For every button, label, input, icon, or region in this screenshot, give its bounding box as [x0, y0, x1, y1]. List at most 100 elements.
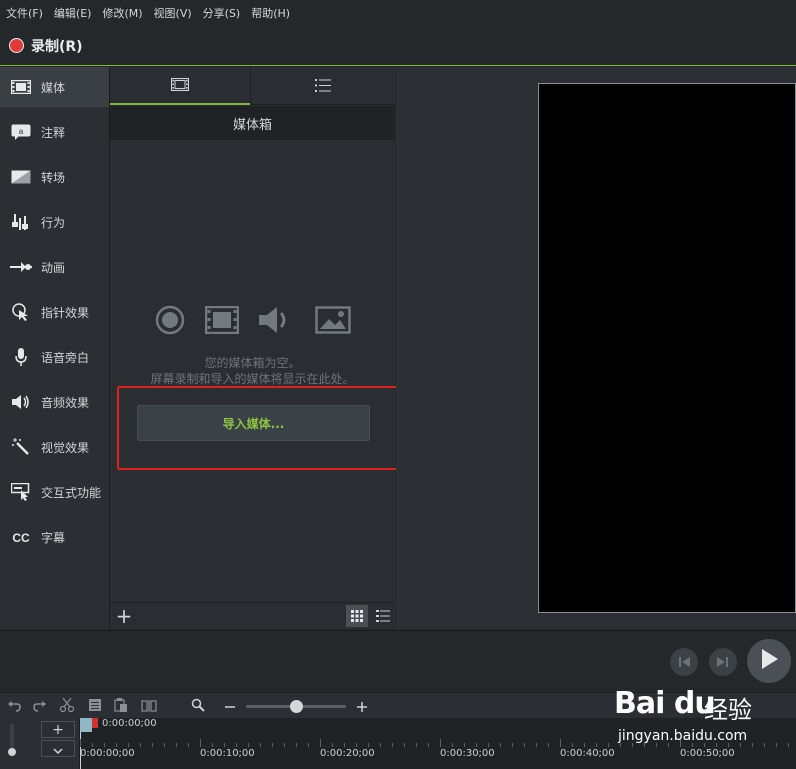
menu-modify[interactable]: 修改(M)	[102, 5, 142, 21]
next-frame-button[interactable]	[709, 648, 737, 676]
plus-icon	[357, 697, 367, 716]
ruler-tick	[608, 743, 609, 747]
split-icon	[141, 697, 157, 716]
ruler-tick	[716, 743, 717, 747]
ruler-tick	[764, 743, 765, 747]
add-track-button[interactable]: +	[41, 721, 75, 738]
ruler-tick	[128, 743, 129, 747]
tool-label: 转场	[41, 170, 66, 185]
tool-annotation[interactable]: a 注释	[0, 112, 109, 152]
empty-bin-message: 您的媒体箱为空。	[204, 356, 301, 370]
tool-visual-effects[interactable]: 视觉效果	[0, 427, 109, 467]
list-view-button[interactable]	[372, 605, 394, 627]
zoom-slider-handle[interactable]	[290, 700, 303, 713]
time-label: 0:00:00;00	[80, 748, 135, 759]
tool-media[interactable]: 媒体	[0, 67, 109, 107]
zoom-in-button[interactable]	[353, 697, 371, 715]
list-icon	[376, 607, 390, 626]
cc-icon: CC	[10, 529, 32, 545]
animation-icon	[10, 259, 32, 275]
ruler-tick	[188, 743, 189, 747]
tool-label: 交互式功能	[41, 485, 102, 500]
record-button[interactable]: 录制(R)	[31, 36, 83, 56]
step-forward-icon	[716, 653, 730, 672]
ruler-tick	[452, 743, 453, 747]
undo-icon	[7, 697, 21, 716]
ruler-tick	[296, 743, 297, 747]
time-label: 0:00:30;00	[440, 748, 495, 759]
tool-captions[interactable]: CC 字幕	[0, 517, 109, 557]
zoom-out-button[interactable]	[221, 697, 239, 715]
time-label: 0:00:10;00	[200, 748, 255, 759]
tab-media-bin[interactable]	[110, 67, 250, 105]
tool-behavior[interactable]: 行为	[0, 202, 109, 242]
tool-audio-effects[interactable]: 音频效果	[0, 382, 109, 422]
microphone-icon	[10, 348, 32, 366]
tool-voice-narration[interactable]: 语音旁白	[0, 337, 109, 377]
interactive-icon	[10, 483, 32, 501]
ruler-tick	[668, 743, 669, 747]
ruler-tick	[320, 739, 321, 747]
tool-cursor-effects[interactable]: 指针效果	[0, 292, 109, 332]
track-height-handle[interactable]	[8, 748, 16, 756]
ruler-tick	[692, 743, 693, 747]
tool-interactive[interactable]: 交互式功能	[0, 472, 109, 512]
timeline-ruler[interactable]: 0:00:00;00 0:00:00;00 0:00:10;00 0:00:20…	[80, 718, 796, 769]
paste-button[interactable]	[112, 697, 130, 715]
time-label: 0:00:40;00	[560, 748, 615, 759]
record-icon[interactable]	[9, 38, 24, 53]
time-label: 0:00:20;00	[320, 748, 375, 759]
split-button[interactable]	[140, 697, 158, 715]
menu-help[interactable]: 帮助(H)	[251, 5, 290, 21]
ruler-tick	[596, 743, 597, 747]
tool-transition[interactable]: 转场	[0, 157, 109, 197]
playhead-handle[interactable]	[80, 718, 92, 732]
video-film-icon	[204, 305, 240, 338]
media-bin-footer: +	[110, 602, 395, 629]
tool-label: 指针效果	[41, 305, 90, 320]
ruler-tick	[104, 743, 105, 747]
tool-label: 音频效果	[41, 395, 90, 410]
menu-file[interactable]: 文件(F)	[6, 5, 43, 21]
ruler-tick	[140, 743, 141, 747]
tool-label: 字幕	[41, 530, 66, 545]
tab-library[interactable]	[251, 67, 395, 105]
menu-edit[interactable]: 编辑(E)	[54, 5, 92, 21]
ruler-tick	[704, 743, 705, 747]
tool-label: 注释	[41, 125, 66, 140]
undo-button[interactable]	[5, 697, 23, 715]
ruler-tick	[80, 739, 81, 747]
tool-animation[interactable]: 动画	[0, 247, 109, 287]
previous-frame-button[interactable]	[670, 648, 698, 676]
import-media-button[interactable]: 导入媒体...	[137, 405, 370, 441]
list-icon	[315, 77, 331, 96]
ruler-tick	[380, 743, 381, 747]
time-label: 0:00:50;00	[680, 748, 735, 759]
chevron-down-icon	[53, 739, 63, 758]
cut-button[interactable]	[58, 697, 76, 715]
ruler-tick	[236, 743, 237, 747]
grid-view-button[interactable]	[346, 605, 368, 627]
ruler-tick	[476, 743, 477, 747]
app-window: 文件(F) 编辑(E) 修改(M) 视图(V) 分享(S) 帮助(H) 录制(R…	[0, 0, 796, 769]
plus-icon: +	[52, 721, 64, 738]
ruler-tick	[752, 743, 753, 747]
ruler-tick	[440, 739, 441, 747]
menu-view[interactable]: 视图(V)	[154, 5, 192, 21]
magic-wand-icon	[10, 438, 32, 455]
menu-share[interactable]: 分享(S)	[203, 5, 241, 21]
ruler-tick	[512, 743, 513, 747]
ruler-tick	[344, 743, 345, 747]
preview-panel	[396, 67, 796, 629]
collapse-tracks-button[interactable]	[41, 740, 75, 757]
preview-canvas[interactable]	[538, 83, 796, 613]
play-button[interactable]	[747, 639, 791, 683]
tool-label: 动画	[41, 260, 66, 275]
redo-button[interactable]	[31, 697, 49, 715]
copy-button[interactable]	[86, 697, 104, 715]
playhead-end-marker[interactable]	[92, 718, 98, 728]
timeline: + 0:00:00;00 0:00:00;00 0:00:10;00 0:00:…	[0, 718, 796, 769]
zoom-search-button[interactable]	[189, 697, 207, 715]
ruler-tick	[500, 743, 501, 747]
add-media-button[interactable]: +	[113, 604, 135, 628]
